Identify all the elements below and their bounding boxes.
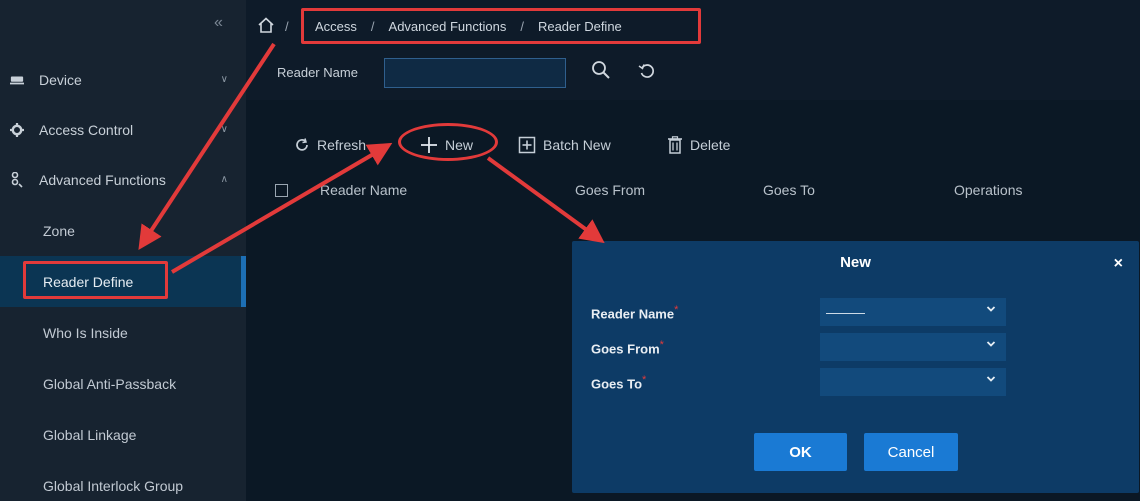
search-icon[interactable] [591, 60, 611, 83]
advanced-functions-icon [10, 171, 24, 188]
goes-to-field-label: Goes To* [591, 374, 646, 391]
select-all-checkbox[interactable] [275, 184, 288, 197]
annotation-highlight-box [23, 261, 168, 299]
chevron-down-icon [986, 374, 996, 387]
sidebar-item-label: Advanced Functions [39, 171, 166, 188]
annotation-highlight-oval [398, 123, 498, 161]
sidebar-subitem-who-is-inside[interactable]: Who Is Inside [0, 307, 246, 358]
search-bar: Reader Name [246, 50, 1140, 100]
dialog-title: New [840, 254, 871, 271]
cancel-button[interactable]: Cancel [864, 433, 958, 471]
search-input[interactable] [384, 58, 566, 88]
new-reader-dialog: New × Reader Name* ——— Goes From* Goes T… [572, 241, 1139, 493]
chevron-down-icon: ∨ [220, 124, 228, 135]
required-mark: * [642, 374, 647, 386]
close-icon[interactable]: × [1114, 255, 1123, 273]
gear-icon [10, 122, 24, 137]
trash-icon [667, 136, 683, 154]
chevron-down-icon [986, 339, 996, 352]
home-icon[interactable] [257, 17, 275, 36]
breadcrumb-item-access[interactable]: Access [315, 19, 357, 34]
ok-button[interactable]: OK [754, 433, 847, 471]
breadcrumb-item-reader-define: Reader Define [537, 18, 622, 34]
device-icon [10, 74, 24, 86]
field-label-text: Goes To [591, 376, 643, 392]
refresh-label: Refresh [317, 137, 367, 153]
refresh-button[interactable]: Refresh [294, 134, 366, 156]
sidebar-item-label: Access Control [39, 121, 134, 138]
breadcrumb-separator: / [520, 18, 524, 34]
goes-to-select[interactable] [820, 368, 1006, 396]
reader-name-field-label: Reader Name* [591, 304, 678, 321]
sidebar-subitem-global-linkage[interactable]: Global Linkage [0, 409, 246, 460]
goes-from-field-label: Goes From* [591, 339, 664, 356]
chevron-up-icon: ∧ [220, 174, 228, 185]
sidebar-item-label: Device [39, 71, 82, 88]
column-header-goes-to[interactable]: Goes To [763, 182, 815, 198]
top-bar: / Access / Advanced Functions / Reader D… [246, 0, 1140, 50]
goes-from-select[interactable] [820, 333, 1006, 361]
chevron-down-icon [986, 304, 996, 317]
batch-new-icon [518, 136, 536, 154]
field-label-text: Goes From [591, 341, 660, 357]
reader-name-select-value: ——— [826, 304, 865, 320]
batch-new-label: Batch New [543, 137, 611, 153]
column-header-reader-name[interactable]: Reader Name [320, 182, 407, 198]
required-mark: * [674, 304, 679, 316]
field-label-text: Reader Name [591, 306, 675, 322]
sidebar-subitem-zone[interactable]: Zone [0, 205, 246, 256]
search-label: Reader Name [277, 65, 358, 80]
batch-new-button[interactable]: Batch New [518, 134, 611, 156]
reset-icon[interactable] [638, 62, 656, 83]
sidebar-item-advanced-functions[interactable]: Advanced Functions ∧ [0, 154, 246, 205]
breadcrumb-separator: / [285, 19, 289, 34]
column-header-operations: Operations [954, 182, 1023, 198]
reader-name-select[interactable]: ——— [820, 298, 1006, 326]
breadcrumb: Access / Advanced Functions / Reader Def… [301, 8, 701, 44]
refresh-icon [294, 137, 310, 153]
sidebar: « Device ∨ Access Control ∨ Advanced Fun… [0, 0, 246, 501]
delete-label: Delete [690, 137, 731, 153]
breadcrumb-separator: / [370, 18, 375, 34]
collapse-sidebar-icon[interactable]: « [214, 14, 223, 32]
sidebar-subitem-global-anti-passback[interactable]: Global Anti-Passback [0, 358, 246, 409]
column-header-goes-from[interactable]: Goes From [575, 182, 645, 198]
required-mark: * [659, 339, 664, 351]
sidebar-item-device[interactable]: Device ∨ [0, 54, 246, 105]
chevron-down-icon: ∨ [220, 74, 228, 85]
breadcrumb-item-advanced-functions[interactable]: Advanced Functions [389, 19, 507, 34]
delete-button[interactable]: Delete [667, 134, 730, 156]
sidebar-item-access-control[interactable]: Access Control ∨ [0, 104, 246, 155]
sidebar-subitem-global-interlock-group[interactable]: Global Interlock Group [0, 460, 246, 501]
